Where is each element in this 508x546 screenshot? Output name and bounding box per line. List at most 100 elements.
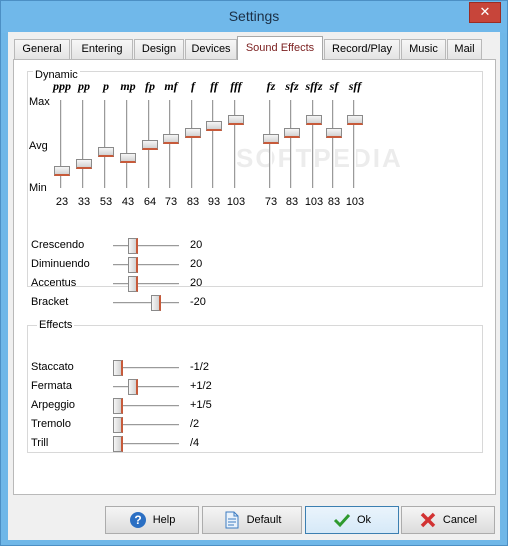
close-button[interactable]: ✕ <box>469 2 501 23</box>
crescendo-label: Crescendo <box>31 239 85 251</box>
bracket-slider-thumb[interactable] <box>151 295 161 311</box>
marking-label-mf: mf <box>164 79 178 93</box>
marking-label-ppp: ppp <box>53 79 71 93</box>
help-icon: ? <box>129 511 147 529</box>
vertical-slider-thumb-sff[interactable] <box>347 115 363 125</box>
tab-sound-effects[interactable]: Sound Effects <box>237 36 323 60</box>
vertical-slider-track-sf[interactable] <box>332 100 335 188</box>
tab-strip: General Entering Design Devices Sound Ef… <box>8 32 500 60</box>
fermata-value: +1/2 <box>190 380 212 392</box>
staccato-slider-thumb[interactable] <box>113 360 123 376</box>
dynamic-group <box>27 71 483 287</box>
marking-label-sfz: sfz <box>285 79 299 93</box>
help-button-label: Help <box>152 514 176 526</box>
vertical-slider-track-p[interactable] <box>104 100 107 188</box>
marking-label-fff: fff <box>230 79 242 93</box>
ok-button-label: Ok <box>356 514 372 526</box>
accentus-value: 20 <box>190 277 203 289</box>
marking-label-p: p <box>103 79 109 93</box>
diminuendo-label: Diminuendo <box>31 258 90 270</box>
fermata-slider-thumb[interactable] <box>128 379 138 395</box>
accentus-slider-track[interactable] <box>113 283 179 286</box>
slider-value-ppp: 23 <box>55 196 69 208</box>
tab-entering[interactable]: Entering <box>71 39 133 59</box>
slider-value-fff: 103 <box>226 196 246 208</box>
vertical-slider-track-mp[interactable] <box>126 100 129 188</box>
vertical-slider-thumb-fff[interactable] <box>228 115 244 125</box>
effects-group-title: Effects <box>37 319 75 331</box>
tab-design[interactable]: Design <box>134 39 184 59</box>
marking-label-pp: pp <box>78 79 90 93</box>
slider-value-f: 83 <box>186 196 200 208</box>
fermata-label: Fermata <box>31 380 72 392</box>
diminuendo-slider-track[interactable] <box>113 264 179 267</box>
vertical-slider-thumb-ppp[interactable] <box>54 166 70 176</box>
tab-music[interactable]: Music <box>401 39 446 59</box>
tab-general[interactable]: General <box>14 39 70 59</box>
vertical-slider-thumb-p[interactable] <box>98 147 114 157</box>
vertical-slider-thumb-fp[interactable] <box>142 140 158 150</box>
cancel-button-label: Cancel <box>442 514 478 526</box>
marking-label-f: f <box>191 79 195 93</box>
cancel-button[interactable]: Cancel <box>401 506 495 534</box>
staccato-label: Staccato <box>31 361 74 373</box>
vertical-slider-thumb-pp[interactable] <box>76 159 92 169</box>
slider-value-fp: 64 <box>143 196 157 208</box>
bracket-slider-track[interactable] <box>113 302 179 305</box>
vertical-slider-thumb-f[interactable] <box>185 128 201 138</box>
slider-value-ff: 93 <box>207 196 221 208</box>
cancel-x-icon <box>419 511 437 529</box>
vertical-slider-thumb-fz[interactable] <box>263 134 279 144</box>
vertical-slider-thumb-ff[interactable] <box>206 121 222 131</box>
slider-value-sff: 103 <box>345 196 365 208</box>
tab-mail[interactable]: Mail <box>447 39 482 59</box>
marking-label-ff: ff <box>210 79 218 93</box>
vertical-slider-track-sff[interactable] <box>353 100 356 188</box>
vertical-slider-thumb-mp[interactable] <box>120 153 136 163</box>
arpeggio-slider-thumb[interactable] <box>113 398 123 414</box>
slider-value-sffz: 103 <box>304 196 324 208</box>
vertical-slider-track-fz[interactable] <box>269 100 272 188</box>
diminuendo-value: 20 <box>190 258 203 270</box>
svg-text:?: ? <box>134 513 141 527</box>
slider-value-sf: 83 <box>327 196 341 208</box>
tremolo-slider-thumb[interactable] <box>113 417 123 433</box>
vertical-slider-track-fff[interactable] <box>234 100 237 188</box>
settings-window: Settings ✕ General Entering Design Devic… <box>0 0 508 546</box>
fermata-slider-track[interactable] <box>113 386 179 389</box>
ok-button[interactable]: Ok <box>305 506 399 534</box>
vertical-slider-thumb-sf[interactable] <box>326 128 342 138</box>
tab-devices[interactable]: Devices <box>185 39 237 59</box>
vertical-slider-track-sffz[interactable] <box>312 100 315 188</box>
scale-max-label: Max <box>29 96 50 108</box>
tab-record-play[interactable]: Record/Play <box>324 39 400 59</box>
scale-min-label: Min <box>29 182 47 194</box>
crescendo-slider-track[interactable] <box>113 245 179 248</box>
vertical-slider-track-sfz[interactable] <box>290 100 293 188</box>
softpedia-watermark: SOFTPEDIA <box>236 143 403 173</box>
default-button[interactable]: Default <box>202 506 302 534</box>
vertical-slider-track-ff[interactable] <box>212 100 215 188</box>
trill-slider-thumb[interactable] <box>113 436 123 452</box>
tremolo-value: /2 <box>190 418 200 430</box>
bracket-label: Bracket <box>31 296 69 308</box>
vertical-slider-track-pp[interactable] <box>82 100 85 188</box>
vertical-slider-thumb-sfz[interactable] <box>284 128 300 138</box>
bracket-value: -20 <box>190 296 206 308</box>
vertical-slider-thumb-mf[interactable] <box>163 134 179 144</box>
slider-value-fz: 73 <box>264 196 278 208</box>
marking-label-fp: fp <box>145 79 155 93</box>
trill-value: /4 <box>190 437 200 449</box>
crescendo-slider-thumb[interactable] <box>128 238 138 254</box>
slider-value-mf: 73 <box>164 196 178 208</box>
slider-value-mp: 43 <box>121 196 135 208</box>
vertical-slider-track-f[interactable] <box>191 100 194 188</box>
document-icon <box>223 511 241 529</box>
vertical-slider-thumb-sffz[interactable] <box>306 115 322 125</box>
marking-label-fz: fz <box>266 79 276 93</box>
accentus-slider-thumb[interactable] <box>128 276 138 292</box>
tremolo-label: Tremolo <box>31 418 71 430</box>
diminuendo-slider-thumb[interactable] <box>128 257 138 273</box>
help-button[interactable]: ? Help <box>105 506 199 534</box>
vertical-slider-track-mf[interactable] <box>169 100 172 188</box>
